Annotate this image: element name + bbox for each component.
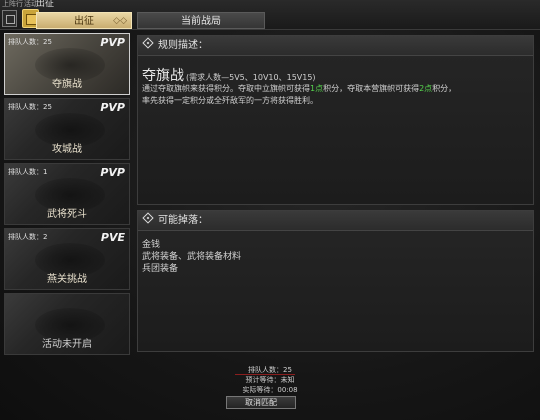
- drops-header: 可能掉落：: [138, 211, 533, 231]
- rules-title: 夺旗战 (需求人数—5V5、10V10、15V15): [142, 65, 316, 85]
- mode-card-gongcheng[interactable]: 排队人数：25 PVP 攻城战: [4, 98, 130, 160]
- mode-tag: PVP: [100, 36, 125, 49]
- drop-item: 金钱: [142, 240, 161, 250]
- queue-count: 排队人数：1: [8, 168, 48, 176]
- diamond-icon: [142, 37, 154, 49]
- match-status: 排队人数：25 预计等待：未知 实际等待：00:08: [0, 365, 540, 395]
- queue-count: 排队人数：25: [8, 103, 52, 111]
- rules-line1-e: 积分，: [432, 84, 457, 93]
- drop-list: 金钱 武将装备、武将装备材料 兵团装备: [142, 239, 241, 275]
- drops-header-label: 可能掉落：: [158, 215, 208, 226]
- queue-count: 排队人数：25: [8, 38, 52, 46]
- mode-card-yanguan[interactable]: 排队人数：2 PVE 燕关挑战: [4, 228, 130, 290]
- rules-line1-c: 积分，夺取本营旗帜可获得: [323, 84, 420, 93]
- queue-count: 排队人数：2: [8, 233, 48, 241]
- tab-chuzheng-label: 出征: [74, 16, 94, 27]
- rules-points-own: 2点: [419, 84, 433, 93]
- mode-tag: PVE: [100, 231, 125, 244]
- menu-icon[interactable]: [2, 10, 17, 27]
- diamond-icon: [142, 212, 154, 224]
- rules-line1-a: 通过夺取旗帜来获得积分。夺取中立旗帜可获得: [142, 84, 310, 93]
- mode-tag: PVP: [100, 101, 125, 114]
- mode-name: 攻城战: [52, 144, 82, 155]
- top-small-label: 上阵行: [2, 0, 23, 8]
- mode-card-event[interactable]: 活动未开启: [4, 293, 130, 355]
- rules-panel: 规则描述： 夺旗战 (需求人数—5V5、10V10、15V15) 通过夺取旗帜来获…: [137, 35, 534, 205]
- cancel-match-button[interactable]: 取消匹配: [226, 396, 296, 409]
- window-title: 出征: [36, 0, 55, 9]
- expected-wait: 预计等待：未知: [245, 376, 295, 384]
- rules-description: 通过夺取旗帜来获得积分。夺取中立旗帜可获得1点积分，夺取本营旗帜可获得2点积分，…: [142, 83, 530, 107]
- rules-line2: 率先获得一定积分或全歼敌军的一方将获得胜利。: [142, 96, 318, 105]
- drop-item: 兵团装备: [142, 264, 179, 274]
- divider: [235, 374, 295, 375]
- rules-points-neutral: 1点: [310, 84, 324, 93]
- rules-header-label: 规则描述：: [158, 40, 208, 51]
- drop-item: 武将装备、武将装备材料: [142, 252, 242, 262]
- rules-header: 规则描述：: [138, 36, 533, 56]
- mode-card-wujiang[interactable]: 排队人数：1 PVP 武将死斗: [4, 163, 130, 225]
- rules-subtitle: (需求人数—5V5、10V10、15V15): [186, 73, 316, 82]
- mode-name: 活动未开启: [42, 339, 92, 350]
- mode-name: 燕关挑战: [47, 274, 87, 285]
- mode-name: 武将死斗: [47, 209, 87, 220]
- mode-tag: PVP: [100, 166, 125, 179]
- top-bar: 上阵行 活动 出征 出征 ◇◇ 当前战局: [0, 0, 540, 30]
- mode-list: 排队人数：25 PVP 夺旗战 排队人数：25 PVP 攻城战 排队人数：1 P…: [4, 33, 132, 358]
- tab-deco-icon: ◇◇: [113, 16, 127, 26]
- tab-current-battle-label: 当前战局: [181, 16, 221, 27]
- drops-panel: 可能掉落： 金钱 武将装备、武将装备材料 兵团装备: [137, 210, 534, 352]
- actual-wait: 实际等待：00:08: [242, 386, 298, 394]
- mode-card-duoqi[interactable]: 排队人数：25 PVP 夺旗战: [4, 33, 130, 95]
- rules-title-text: 夺旗战: [142, 68, 184, 84]
- tab-current-battle[interactable]: 当前战局: [137, 12, 265, 29]
- mode-name: 夺旗战: [52, 79, 82, 90]
- game-window: 上阵行 活动 出征 出征 ◇◇ 当前战局 排队人数：25 PVP 夺旗战 排队人…: [0, 0, 540, 420]
- tab-chuzheng[interactable]: 出征 ◇◇: [36, 12, 132, 29]
